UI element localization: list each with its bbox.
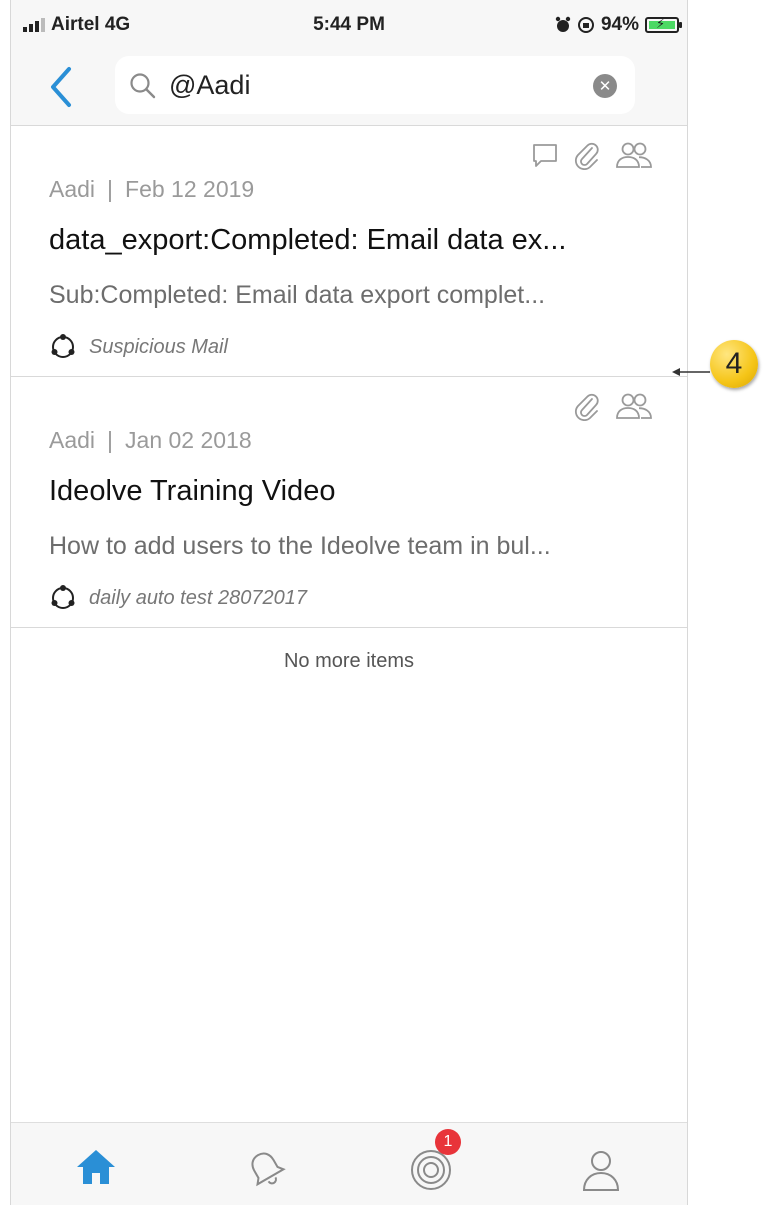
status-right: 94% ⚡ (555, 14, 682, 36)
attachment-icon (574, 142, 599, 170)
search-result-item[interactable]: Aadi | Jan 02 2018 Ideolve Training Video … (11, 377, 687, 628)
search-icon (130, 73, 156, 99)
battery-icon: ⚡ (645, 16, 682, 33)
team-name: daily auto test 28072017 (89, 586, 307, 609)
item-indicators (531, 140, 653, 170)
clear-search-button[interactable]: ✕ (593, 74, 617, 98)
item-subtitle: How to add users to the Ideolve team in … (49, 532, 551, 560)
item-date: Jan 02 2018 (125, 427, 252, 453)
item-title: data_export:Completed: Email data ex... (49, 224, 567, 256)
item-meta: Aadi | Feb 12 2019 (49, 176, 254, 203)
callout-arrow-icon (672, 368, 710, 376)
app-screen: Airtel 4G 5:44 PM 94% ⚡ @Aadi ✕ Aadi | F… (10, 0, 688, 1205)
home-icon (77, 1150, 115, 1184)
no-more-items-label: No more items (283, 650, 415, 672)
search-box[interactable]: ✕ (115, 56, 635, 114)
team-icon (51, 585, 75, 609)
status-bar: Airtel 4G 5:44 PM 94% ⚡ (11, 0, 687, 52)
team-icon (51, 334, 75, 358)
item-title: Ideolve Training Video (49, 475, 336, 507)
profile-icon (582, 1151, 620, 1191)
mentions-badge: 1 (435, 1129, 461, 1155)
item-author: Aadi (49, 427, 96, 453)
meta-separator: | (107, 176, 114, 202)
search-result-item[interactable]: Aadi | Feb 12 2019 data_export:Completed: … (11, 126, 687, 377)
people-icon (616, 393, 652, 419)
tab-mentions[interactable]: 1 (401, 1129, 461, 1197)
team-name: Suspicious Mail (89, 335, 228, 358)
item-meta: Aadi | Jan 02 2018 (49, 427, 252, 454)
battery-percent: 94% (600, 14, 639, 35)
item-date: Feb 12 2019 (125, 176, 255, 202)
item-author: Aadi (49, 176, 96, 202)
attachment-icon (574, 393, 599, 421)
tab-home[interactable] (66, 1147, 126, 1197)
item-team: daily auto test 28072017 (49, 584, 307, 612)
bell-icon (251, 1152, 286, 1187)
search-input[interactable] (169, 68, 569, 102)
search-header: ✕ (11, 52, 687, 126)
alarm-icon (555, 16, 571, 32)
tab-profile[interactable] (571, 1147, 631, 1197)
annotation-number-badge: 4 (710, 340, 758, 388)
chevron-left-icon (51, 67, 71, 107)
back-button[interactable] (41, 62, 81, 112)
close-icon: ✕ (598, 78, 612, 95)
bottom-tab-bar: 1 (11, 1122, 687, 1205)
item-team: Suspicious Mail (49, 333, 228, 361)
rotation-lock-icon (577, 17, 594, 33)
item-subtitle: Sub:Completed: Email data export complet… (49, 281, 546, 309)
comment-icon (533, 144, 557, 167)
item-indicators (573, 391, 653, 421)
people-icon (616, 142, 652, 168)
meta-separator: | (107, 427, 114, 453)
tab-notifications[interactable] (236, 1147, 296, 1197)
